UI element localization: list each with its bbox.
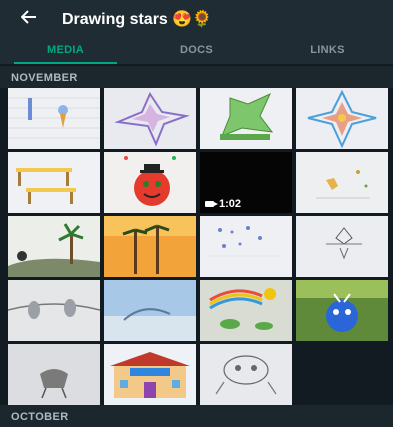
media-thumbnail[interactable] (200, 216, 292, 277)
arrow-left-icon (20, 9, 37, 29)
tab-docs[interactable]: DOCS (131, 38, 262, 64)
video-thumbnail[interactable]: 1:02 (200, 152, 292, 213)
section-header-october: OCTOBER (0, 405, 393, 427)
media-thumbnail[interactable] (296, 280, 388, 341)
media-grid: 1:02 (8, 88, 392, 405)
media-tabs: MEDIA DOCS LINKS (0, 38, 393, 64)
media-thumbnail[interactable] (104, 88, 196, 149)
media-thumbnail[interactable] (296, 152, 388, 213)
media-thumbnail[interactable] (104, 216, 196, 277)
media-thumbnail[interactable] (296, 88, 388, 149)
app-header: Drawing stars 😍🌻 (0, 0, 393, 38)
media-thumbnail[interactable] (8, 280, 100, 341)
tab-media[interactable]: MEDIA (0, 38, 131, 64)
media-thumbnail[interactable] (200, 88, 292, 149)
media-thumbnail[interactable] (8, 216, 100, 277)
media-thumbnail[interactable] (8, 344, 100, 405)
video-camera-icon (205, 201, 218, 207)
media-thumbnail[interactable] (104, 152, 196, 213)
tab-links[interactable]: LINKS (262, 38, 393, 64)
media-thumbnail[interactable] (8, 152, 100, 213)
section-header-november: NOVEMBER (0, 66, 393, 88)
media-thumbnail[interactable] (200, 344, 292, 405)
video-duration: 1:02 (205, 198, 241, 210)
chat-title: Drawing stars 😍🌻 (62, 11, 213, 28)
media-thumbnail[interactable] (8, 88, 100, 149)
media-thumbnail[interactable] (104, 344, 196, 405)
media-thumbnail[interactable] (296, 216, 388, 277)
media-thumbnail[interactable] (104, 280, 196, 341)
back-button[interactable] (10, 0, 48, 38)
media-thumbnail[interactable] (200, 280, 292, 341)
